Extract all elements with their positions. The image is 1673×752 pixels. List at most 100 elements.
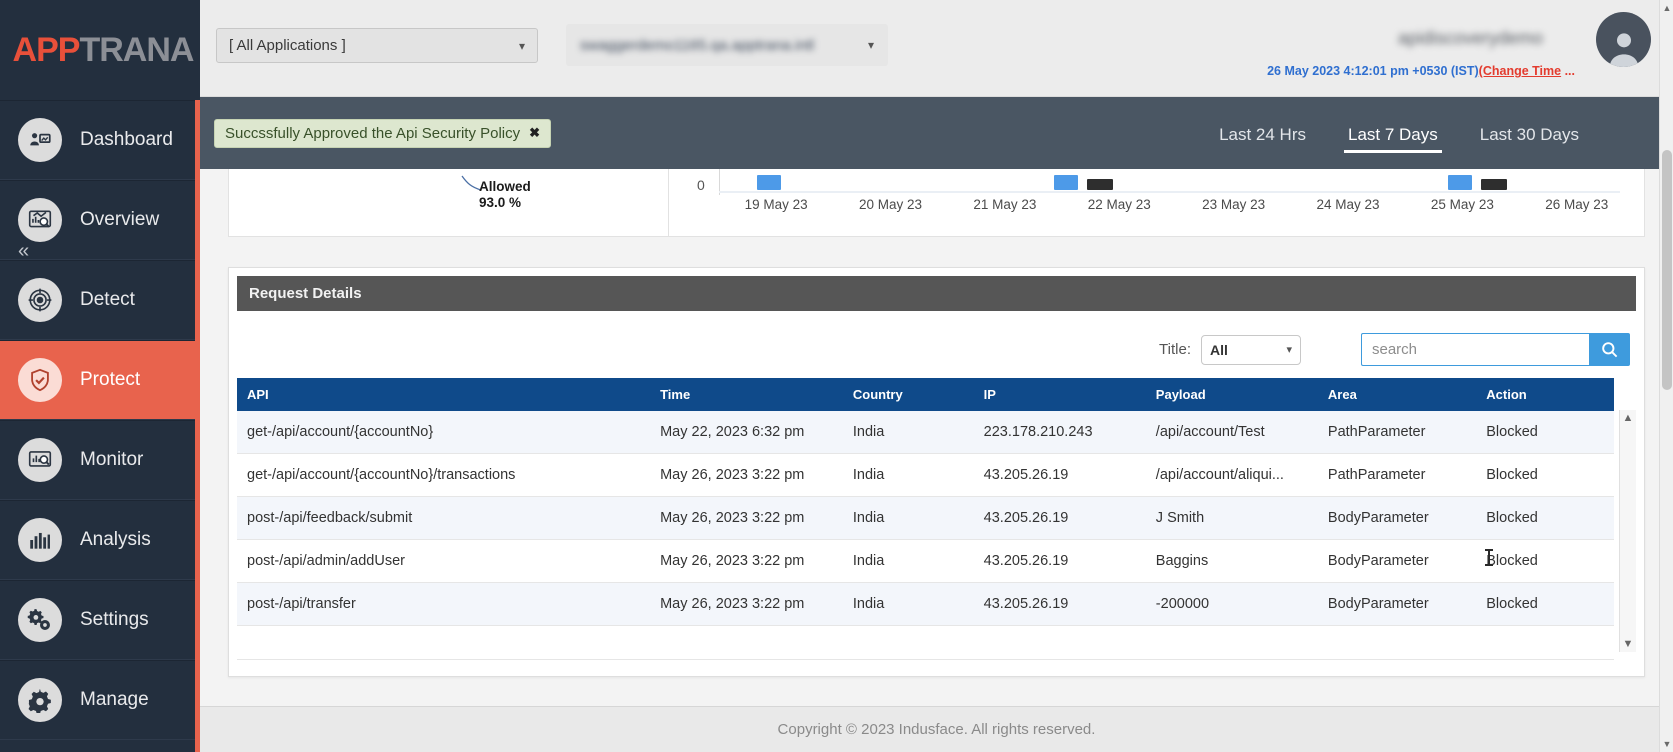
- host-select[interactable]: swaggerdemo1165.qa.apptrana.intl ▾: [566, 24, 888, 66]
- table-scrollbar[interactable]: ▲ ▼: [1619, 410, 1636, 652]
- chevron-up-icon[interactable]: ▲: [1623, 410, 1634, 426]
- cell-ip: 43.205.26.19: [973, 496, 1146, 540]
- avatar[interactable]: [1596, 12, 1651, 67]
- sidebar-item-label: Protect: [80, 369, 141, 390]
- chevron-down-icon[interactable]: ▼: [1623, 636, 1634, 652]
- sidebar-item-analysis[interactable]: Analysis: [0, 500, 200, 580]
- account-name: apidiscoverydemo: [1397, 28, 1543, 48]
- sidebar-item-protect[interactable]: Protect: [0, 340, 200, 420]
- cell-area: PathParameter: [1317, 453, 1477, 497]
- scroll-up-icon[interactable]: ▲: [1660, 3, 1673, 13]
- sidebar-item-detect[interactable]: Detect: [0, 260, 200, 340]
- cell-payload: Baggins: [1145, 539, 1318, 583]
- table-row[interactable]: get-/api/account/{accountNo}/transaction…: [237, 453, 1614, 497]
- requests-table: API Time Country IP Payload Area Action: [237, 378, 1614, 660]
- bar-blue-22may: [1054, 175, 1078, 190]
- page-scrollbar[interactable]: ▲ ▼: [1659, 0, 1673, 752]
- table-row[interactable]: post-/api/transfer May 26, 2023 3:22 pm …: [237, 582, 1614, 626]
- toast-notification: Succssfully Approved the Api Security Po…: [214, 118, 552, 148]
- sidebar-item-label: Settings: [80, 609, 149, 630]
- bar-chart-y-tick-0: 0: [697, 177, 705, 193]
- pie-annotation-value: 93.0 %: [479, 194, 522, 210]
- search-button[interactable]: [1589, 333, 1630, 366]
- cell-action: Blocked: [1476, 582, 1614, 626]
- tab-last-7-days[interactable]: Last 7 Days: [1344, 99, 1442, 167]
- cell-api: post-/api/transfer: [237, 582, 651, 626]
- cell-ip: 43.205.26.19: [973, 539, 1146, 583]
- sidebar-collapse-icon[interactable]: «: [18, 240, 29, 263]
- column-header-area[interactable]: Area: [1317, 378, 1477, 411]
- datetime-display: 26 May 2023 4:12:01 pm +0530 (IST)(Chang…: [1267, 64, 1575, 78]
- table-body: get-/api/account/{accountNo} May 22, 202…: [237, 411, 1614, 660]
- cell-country: India: [842, 411, 974, 454]
- cell-payload: J Smith: [1145, 496, 1318, 540]
- column-header-action[interactable]: Action: [1476, 378, 1614, 411]
- sidebar-item-dashboard[interactable]: Dashboard: [0, 100, 200, 180]
- column-header-payload[interactable]: Payload: [1145, 378, 1318, 411]
- title-filter-select[interactable]: All ▾: [1201, 334, 1301, 365]
- change-time-ellipsis: ...: [1561, 64, 1575, 78]
- tab-last-24-hrs[interactable]: Last 24 Hrs: [1215, 99, 1310, 167]
- cell-area: PathParameter: [1317, 411, 1477, 454]
- sidebar-item-manage[interactable]: Manage: [0, 660, 200, 740]
- overview-icon: [18, 198, 62, 242]
- column-header-time[interactable]: Time: [650, 378, 843, 411]
- bar-dark-22may: [1087, 179, 1113, 190]
- cell-payload: /api/account/Test: [1145, 411, 1318, 454]
- x-tick-label: 20 May 23: [859, 197, 923, 212]
- allowed-blocked-pie-chart: Allowed 93.0 %: [229, 169, 669, 236]
- search-input[interactable]: [1361, 333, 1589, 366]
- table-header: API Time Country IP Payload Area Action: [237, 378, 1614, 411]
- title-filter-label: Title:: [1159, 341, 1191, 358]
- chevron-down-icon: ▾: [1286, 344, 1292, 356]
- toast-message: Succssfully Approved the Api Security Po…: [225, 124, 521, 142]
- cell-ip: 43.205.26.19: [973, 582, 1146, 626]
- column-header-country[interactable]: Country: [842, 378, 974, 411]
- column-header-ip[interactable]: IP: [973, 378, 1146, 411]
- charts-strip: Allowed 93.0 % 0 19 May 23 20 May 23 21 …: [228, 169, 1645, 237]
- application-select[interactable]: [ All Applications ] ▾: [216, 28, 538, 63]
- sidebar-item-label: Analysis: [80, 529, 151, 550]
- page-scroll-thumb[interactable]: [1662, 150, 1672, 390]
- cell-time: May 26, 2023 3:22 pm: [650, 582, 843, 626]
- close-icon[interactable]: ✖: [529, 125, 540, 141]
- cell-action: Blocked: [1476, 453, 1614, 497]
- table-row[interactable]: post-/api/admin/addUser May 26, 2023 3:2…: [237, 539, 1614, 583]
- chevron-down-icon: ▾: [518, 38, 525, 53]
- sidebar-item-label: Detect: [80, 289, 135, 310]
- cell-empty: [237, 625, 1614, 660]
- cell-api: post-/api/feedback/submit: [237, 496, 651, 540]
- user-avatar-icon: [1609, 33, 1638, 67]
- cell-action: Blocked: [1476, 496, 1614, 540]
- cell-country: India: [842, 539, 974, 583]
- sidebar-item-overview[interactable]: Overview: [0, 180, 200, 260]
- panel-title: Request Details: [237, 276, 1636, 311]
- sidebar-item-monitor[interactable]: Monitor: [0, 420, 200, 500]
- bar-chart-baseline: [719, 191, 1620, 193]
- cell-country: India: [842, 582, 974, 626]
- x-tick-label: 26 May 23: [1545, 197, 1609, 212]
- pie-annotation-label: Allowed: [479, 179, 531, 194]
- cell-action: Blocked: [1476, 411, 1614, 454]
- cell-time: May 26, 2023 3:22 pm: [650, 496, 843, 540]
- sidebar-item-settings[interactable]: Settings: [0, 580, 200, 660]
- brand-app-text: APP: [12, 30, 81, 69]
- bar-blue-19may: [757, 175, 781, 190]
- tab-last-30-days[interactable]: Last 30 Days: [1476, 99, 1583, 167]
- request-details-panel: Request Details Title: All ▾ search API …: [228, 267, 1645, 677]
- table-header-row: API Time Country IP Payload Area Action: [237, 378, 1614, 411]
- sidebar-item-label: Monitor: [80, 449, 144, 470]
- bar-chart-icon: [18, 518, 62, 562]
- change-time-link[interactable]: (Change Time: [1479, 64, 1561, 78]
- table-row[interactable]: get-/api/account/{accountNo} May 22, 202…: [237, 411, 1614, 454]
- column-header-api[interactable]: API: [237, 378, 651, 411]
- cell-area: BodyParameter: [1317, 539, 1477, 583]
- cell-api: get-/api/account/{accountNo}/transaction…: [237, 453, 651, 497]
- cell-time: May 26, 2023 3:22 pm: [650, 539, 843, 583]
- panel-toolbar: Title: All ▾: [237, 311, 1636, 378]
- cell-ip: 223.178.210.243: [973, 411, 1146, 454]
- table-row[interactable]: post-/api/feedback/submit May 26, 2023 3…: [237, 496, 1614, 540]
- dashboard-icon: [18, 118, 62, 162]
- scroll-down-icon[interactable]: ▼: [1660, 739, 1673, 749]
- bar-chart-x-labels: 19 May 23 20 May 23 21 May 23 22 May 23 …: [719, 197, 1634, 212]
